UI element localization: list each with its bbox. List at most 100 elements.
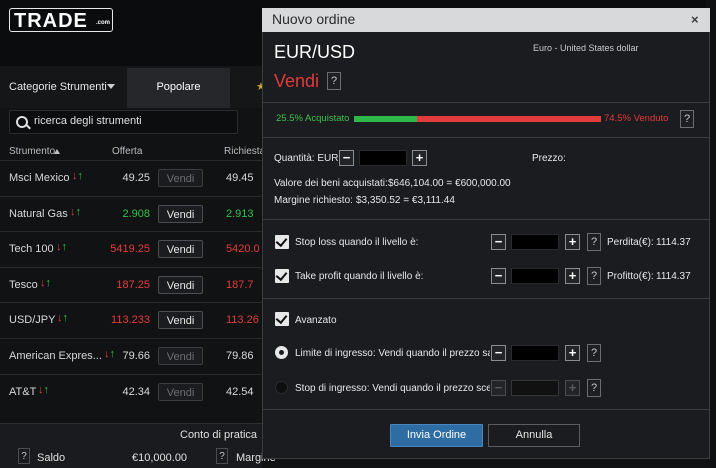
instrument-name[interactable]: USD/JPY xyxy=(9,314,55,326)
side-help-icon[interactable]: ? xyxy=(327,72,341,90)
advanced-checkbox[interactable] xyxy=(275,312,289,326)
offer-price: 2.908 xyxy=(122,208,150,220)
entry-stop-help-icon[interactable]: ? xyxy=(587,379,601,397)
instrument-name[interactable]: Tech 100 xyxy=(9,243,54,255)
sentiment-sold-label: 74.5% Venduto xyxy=(604,113,669,124)
currency-pair-description: Euro - United States dollar xyxy=(533,43,639,53)
stop-loss-decrement-button[interactable]: − xyxy=(491,234,506,250)
offer-price: 42.34 xyxy=(122,386,150,398)
divider xyxy=(263,137,709,138)
column-header-instrument[interactable]: Strumento xyxy=(9,146,55,157)
brand-logo[interactable]: TRADE .com xyxy=(9,8,113,32)
entry-stop-radio[interactable] xyxy=(275,381,288,394)
sell-button[interactable]: Vendi xyxy=(158,311,203,329)
balance-value: €10,000.00 xyxy=(132,452,188,464)
currency-pair: EUR/USD xyxy=(274,42,356,62)
categories-dropdown[interactable]: Categorie Strumenti xyxy=(9,81,107,93)
trend-arrows-icon: ↓↑ xyxy=(40,277,51,289)
value-label: Valore dei beni acquistati: xyxy=(274,178,388,189)
order-side: Vendi xyxy=(274,71,320,91)
entry-limit-radio[interactable] xyxy=(275,346,288,359)
search-icon xyxy=(16,116,28,128)
stop-loss-input[interactable] xyxy=(511,234,559,250)
ask-price: 49.45 xyxy=(226,172,254,184)
chevron-down-icon[interactable] xyxy=(107,84,115,89)
stop-loss-increment-button[interactable]: + xyxy=(565,234,580,250)
instrument-name[interactable]: Tesco xyxy=(9,279,38,291)
sentiment-bought-label: 25.5% Acquistato xyxy=(276,113,350,124)
cancel-button[interactable]: Annulla xyxy=(488,424,580,447)
sort-ascending-icon[interactable] xyxy=(54,149,60,154)
stop-loss-help-icon[interactable]: ? xyxy=(587,233,601,251)
margin-required-amount: $3,350.52 = €3,111.44 xyxy=(356,195,455,206)
sell-button[interactable]: Vendi xyxy=(158,276,203,294)
entry-limit-increment-button[interactable]: + xyxy=(565,345,580,361)
ask-price: 79.86 xyxy=(226,350,254,362)
entry-stop-input[interactable] xyxy=(511,380,559,396)
ask-price: 42.54 xyxy=(226,386,254,398)
offer-price: 113.233 xyxy=(111,314,150,326)
account-title: Conto di pratica xyxy=(180,429,258,441)
profit-label: Profitto(€): xyxy=(607,271,654,282)
sell-button[interactable]: Vendi xyxy=(158,240,203,258)
close-icon[interactable]: × xyxy=(691,12,699,27)
entry-limit-label: Limite di ingresso: Vendi quando il prez… xyxy=(295,348,490,359)
sell-button[interactable]: Vendi xyxy=(158,205,203,223)
take-profit-decrement-button[interactable]: − xyxy=(491,268,506,284)
take-profit-input[interactable] xyxy=(511,268,559,284)
divider xyxy=(263,298,709,299)
divider xyxy=(263,219,709,220)
value-amount: $646,104.00 = €600,000.00 xyxy=(388,178,511,189)
tab-popular-label: Popolare xyxy=(156,81,201,93)
search-box[interactable]: ricerca degli strumenti xyxy=(9,110,238,134)
submit-order-button[interactable]: Invia Ordine xyxy=(390,424,483,447)
quantity-label: Quantità: EUR xyxy=(274,153,339,164)
profit-value: 1114.37 xyxy=(656,271,691,282)
entry-stop-increment-button[interactable]: + xyxy=(565,380,580,396)
column-header-offer[interactable]: Offerta xyxy=(112,146,142,157)
help-icon[interactable]: ? xyxy=(18,448,30,464)
take-profit-checkbox[interactable] xyxy=(275,269,289,283)
stop-loss-label: Stop loss quando il livello è: xyxy=(295,237,419,248)
offer-price: 49.25 xyxy=(122,172,150,184)
stop-loss-checkbox[interactable] xyxy=(275,235,289,249)
offer-price: 187.25 xyxy=(116,279,150,291)
instrument-name[interactable]: Msci Mexico xyxy=(9,172,70,184)
entry-stop-label: Stop di ingresso: Vendi quando il prezzo… xyxy=(295,383,490,394)
quantity-input[interactable] xyxy=(359,150,407,166)
loss-value: 1114.37 xyxy=(656,237,691,248)
take-profit-increment-button[interactable]: + xyxy=(565,268,580,284)
tab-popular[interactable]: Popolare xyxy=(127,68,230,108)
trend-arrows-icon: ↓↑ xyxy=(56,241,67,253)
ask-price: 113.26 xyxy=(226,314,259,326)
logo-suffix: .com xyxy=(95,20,110,26)
quantity-increment-button[interactable]: + xyxy=(412,150,427,166)
take-profit-help-icon[interactable]: ? xyxy=(587,267,601,285)
quantity-decrement-button[interactable]: − xyxy=(339,150,354,166)
margin-help-icon[interactable]: ? xyxy=(216,448,228,464)
offer-price: 79.66 xyxy=(122,350,150,362)
entry-limit-input[interactable] xyxy=(511,345,559,361)
sell-button[interactable]: Vendi xyxy=(158,169,203,187)
entry-stop-decrement-button[interactable]: − xyxy=(491,380,506,396)
sell-button[interactable]: Vendi xyxy=(158,383,203,401)
trend-arrows-icon: ↓↑ xyxy=(38,384,49,396)
loss-label: Perdita(€): xyxy=(607,237,654,248)
price-label: Prezzo: xyxy=(532,153,566,164)
trend-arrows-icon: ↓↑ xyxy=(57,312,68,324)
instrument-name[interactable]: Natural Gas xyxy=(9,208,68,220)
divider xyxy=(263,102,709,103)
sell-button[interactable]: Vendi xyxy=(158,347,203,365)
logo-text: TRADE xyxy=(14,10,88,32)
advanced-label: Avanzato xyxy=(295,315,337,326)
sentiment-bar-bought xyxy=(354,116,417,122)
instrument-name[interactable]: AT&T xyxy=(9,386,36,398)
ask-price: 187.7 xyxy=(226,279,254,291)
column-header-ask[interactable]: Richiesta xyxy=(224,146,265,157)
entry-limit-decrement-button[interactable]: − xyxy=(491,345,506,361)
sentiment-help-icon[interactable]: ? xyxy=(680,110,694,128)
dialog-title: Nuovo ordine xyxy=(272,11,356,27)
search-input[interactable]: ricerca degli strumenti xyxy=(34,115,142,127)
balance-label: Saldo xyxy=(37,452,66,464)
entry-limit-help-icon[interactable]: ? xyxy=(587,344,601,362)
